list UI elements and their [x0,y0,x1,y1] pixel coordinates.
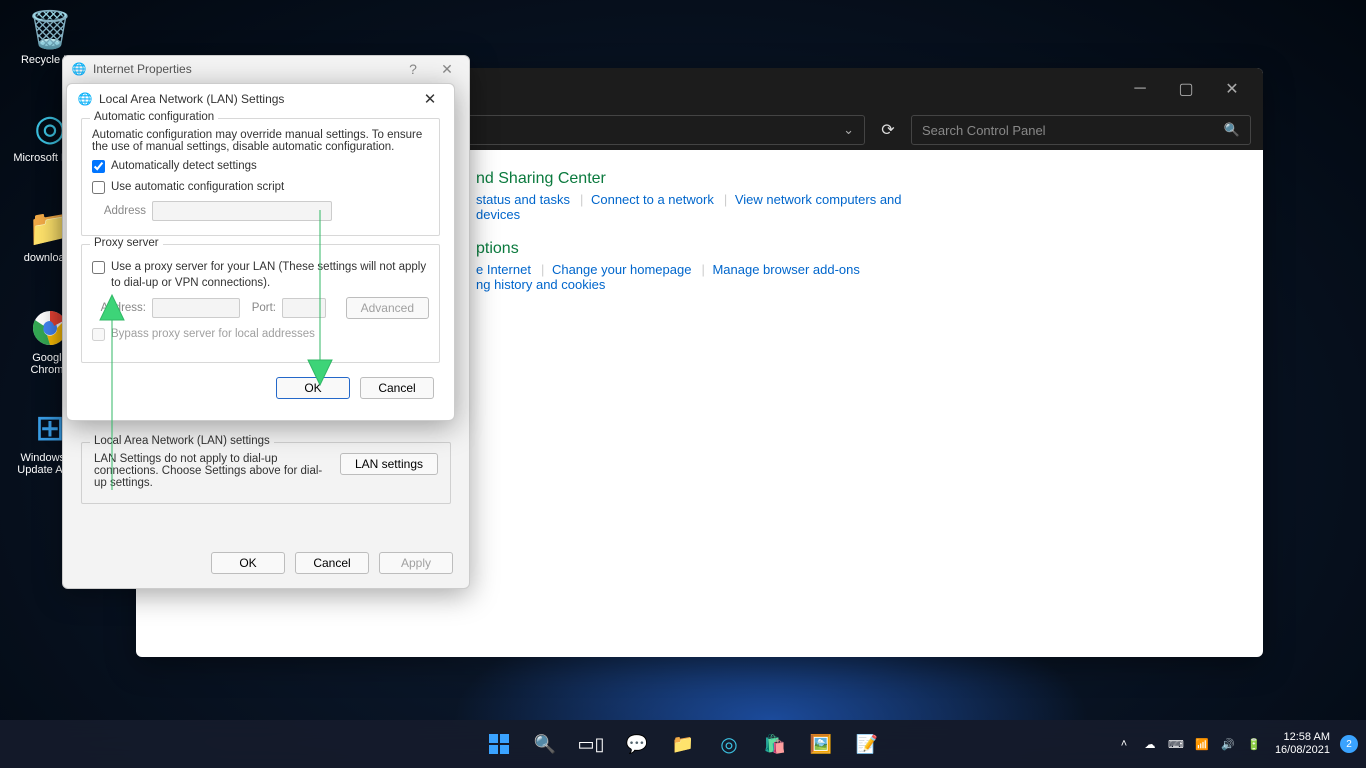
notepad-button[interactable]: 📝 [847,724,887,764]
start-button[interactable] [479,724,519,764]
dialog-titlebar[interactable]: 🌐 Internet Properties ? ✕ [63,56,469,82]
photos-icon: 🖼️ [810,734,832,755]
section-heading[interactable]: ptions [476,240,923,258]
proxy-address-row: Address: Port: Advanced [92,297,429,319]
clock[interactable]: 12:58 AM 16/08/2021 [1275,731,1330,757]
dialog-titlebar[interactable]: 🌐 Local Area Network (LAN) Settings ✕ [67,84,454,114]
refresh-button[interactable]: ⟳ [873,115,903,145]
ok-button[interactable]: OK [276,377,350,399]
onedrive-icon[interactable]: ☁ [1139,738,1161,751]
close-button[interactable]: ✕ [433,61,461,78]
link-history-cookies[interactable]: ng history and cookies [476,277,605,292]
link-homepage[interactable]: Change your homepage [552,262,692,277]
task-view-button[interactable]: ▭▯ [571,724,611,764]
proxy-address-label: Address: [92,302,146,314]
script-address-row: Address [92,201,429,221]
battery-icon[interactable]: 🔋 [1243,738,1265,751]
ok-button[interactable]: OK [211,552,285,574]
section-links: status and tasks| Connect to a network| … [476,192,923,222]
auto-detect-input[interactable] [92,160,105,173]
widgets-icon: 💬 [626,734,648,755]
system-tray: ˄ ☁ ⌨ 📶 🔊 🔋 12:58 AM 16/08/2021 2 [1113,731,1358,757]
time-text: 12:58 AM [1275,731,1330,744]
tray-chevron-icon[interactable]: ˄ [1113,738,1135,750]
dialog-body: Automatic configuration Automatic config… [67,114,454,409]
edge-icon: ◎ [720,732,737,757]
minimize-button[interactable]: ─ [1117,73,1163,105]
widgets-button[interactable]: 💬 [617,724,657,764]
wifi-icon[interactable]: 📶 [1191,738,1213,751]
fieldset-legend: Local Area Network (LAN) settings [90,435,274,447]
folder-icon: 📁 [672,734,694,755]
close-button[interactable]: ✕ [1209,73,1255,105]
proxy-port-input [282,298,326,318]
lan-settings-button[interactable]: LAN settings [340,453,438,475]
checkbox-label: Automatically detect settings [111,159,257,175]
dialog-buttons: OK Cancel [81,377,440,399]
script-address-input [152,201,332,221]
lan-settings-fieldset: Local Area Network (LAN) settings LAN Se… [81,442,451,504]
cancel-button[interactable]: Cancel [360,377,434,399]
address-label: Address [92,205,146,217]
auto-config-description: Automatic configuration may override man… [92,129,429,153]
section-heading[interactable]: nd Sharing Center [476,170,923,188]
search-input[interactable]: Search Control Panel 🔍 [911,115,1251,145]
date-text: 16/08/2021 [1275,744,1330,757]
chevron-down-icon[interactable]: ⌄ [843,122,854,138]
close-button[interactable]: ✕ [416,90,444,108]
use-proxy-input[interactable] [92,261,105,274]
advanced-button: Advanced [346,297,429,319]
bypass-local-checkbox: Bypass proxy server for local addresses [92,327,429,343]
proxy-port-label: Port: [246,302,276,314]
edge-button[interactable]: ◎ [709,724,749,764]
lan-settings-dialog: 🌐 Local Area Network (LAN) Settings ✕ Au… [66,83,455,421]
volume-icon[interactable]: 🔊 [1217,738,1239,751]
proxy-server-group: Proxy server Use a proxy server for your… [81,244,440,363]
search-icon: 🔍 [534,734,556,755]
group-legend: Automatic configuration [90,111,218,123]
store-button[interactable]: 🛍️ [755,724,795,764]
checkbox-label: Use automatic configuration script [111,180,284,196]
group-legend: Proxy server [90,237,163,249]
section-links: e Internet| Change your homepage| Manage… [476,262,923,292]
recycle-bin-icon: 🗑️ [28,8,72,52]
taskbar: 🔍 ▭▯ 💬 📁 ◎ 🛍️ 🖼️ 📝 ˄ ☁ ⌨ 📶 🔊 🔋 12:58 AM … [0,720,1366,768]
proxy-address-input [152,298,240,318]
dialog-title: Internet Properties [93,62,192,76]
network-icon: 🌐 [77,91,93,107]
search-placeholder: Search Control Panel [922,123,1046,138]
link-connect-network[interactable]: Connect to a network [591,192,714,207]
task-view-icon: ▭▯ [578,734,605,755]
maximize-button[interactable]: ▢ [1163,73,1209,105]
dialog-title: Local Area Network (LAN) Settings [99,92,284,106]
automatic-config-group: Automatic configuration Automatic config… [81,118,440,236]
dialog-buttons: OK Cancel Apply [211,552,453,574]
store-icon: 🛍️ [764,734,786,755]
notepad-icon: 📝 [856,734,878,755]
apply-button[interactable]: Apply [379,552,453,574]
link-internet[interactable]: e Internet [476,262,531,277]
lan-section-text: LAN Settings do not apply to dial-up con… [94,453,330,489]
file-explorer-button[interactable]: 📁 [663,724,703,764]
auto-detect-checkbox[interactable]: Automatically detect settings [92,159,429,175]
auto-script-checkbox[interactable]: Use automatic configuration script [92,180,429,196]
taskbar-center: 🔍 ▭▯ 💬 📁 ◎ 🛍️ 🖼️ 📝 [479,724,887,764]
internet-options-icon: 🌐 [71,61,87,77]
search-button[interactable]: 🔍 [525,724,565,764]
checkbox-label: Use a proxy server for your LAN (These s… [111,260,429,291]
use-proxy-checkbox[interactable]: Use a proxy server for your LAN (These s… [92,260,429,291]
cancel-button[interactable]: Cancel [295,552,369,574]
auto-script-input[interactable] [92,181,105,194]
link-addons[interactable]: Manage browser add-ons [712,262,859,277]
link-status-tasks[interactable]: status and tasks [476,192,570,207]
bypass-local-input [92,328,105,341]
search-icon: 🔍 [1224,122,1240,138]
keyboard-icon[interactable]: ⌨ [1165,738,1187,751]
help-button[interactable]: ? [399,61,427,77]
notification-badge[interactable]: 2 [1340,735,1358,753]
photos-button[interactable]: 🖼️ [801,724,841,764]
checkbox-label: Bypass proxy server for local addresses [111,327,315,343]
